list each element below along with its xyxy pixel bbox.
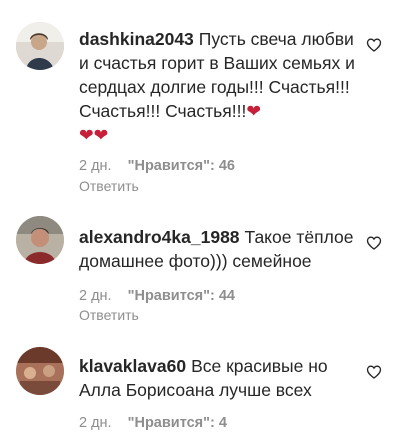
comment-likes[interactable]: "Нравится": 46 — [128, 158, 235, 174]
comment-username[interactable]: klavaklava60 — [79, 356, 186, 376]
heart-outline-icon — [366, 236, 382, 250]
comment-body: dashkina2043 Пусть свеча любви и счастья … — [79, 27, 357, 147]
like-comment-button[interactable] — [366, 364, 382, 380]
comment-time[interactable]: 2 дн. — [79, 288, 112, 304]
heart-outline-icon — [366, 38, 382, 52]
reply-button[interactable]: Ответить — [79, 177, 139, 195]
comment-body: alexandro4ka_1988 Такое тёплое домашнее ф… — [79, 225, 357, 273]
comment-body: klavaklava60 Все красивые но Алла Борисоа… — [79, 354, 357, 402]
comment-meta: 2 дн. "Нравится": 44 — [79, 287, 235, 305]
avatar[interactable] — [16, 22, 64, 70]
comment-meta: 2 дн. "Нравится": 4 — [79, 414, 227, 432]
heart-emoji: ❤❤ — [79, 125, 109, 145]
comment-time[interactable]: 2 дн. — [79, 158, 112, 174]
comment-username[interactable]: alexandro4ka_1988 — [79, 227, 240, 247]
like-comment-button[interactable] — [366, 235, 382, 251]
comment-meta: 2 дн. "Нравится": 46 — [79, 157, 235, 175]
reply-button[interactable]: Ответить — [79, 306, 139, 324]
heart-emoji: ❤ — [246, 101, 262, 121]
heart-outline-icon — [366, 365, 382, 379]
comment-username[interactable]: dashkina2043 — [79, 29, 194, 49]
comment-likes[interactable]: "Нравится": 4 — [128, 415, 227, 431]
like-comment-button[interactable] — [366, 37, 382, 53]
avatar[interactable] — [16, 216, 64, 264]
comment-time[interactable]: 2 дн. — [79, 415, 112, 431]
comment-likes[interactable]: "Нравится": 44 — [128, 288, 235, 304]
avatar[interactable] — [16, 347, 64, 395]
